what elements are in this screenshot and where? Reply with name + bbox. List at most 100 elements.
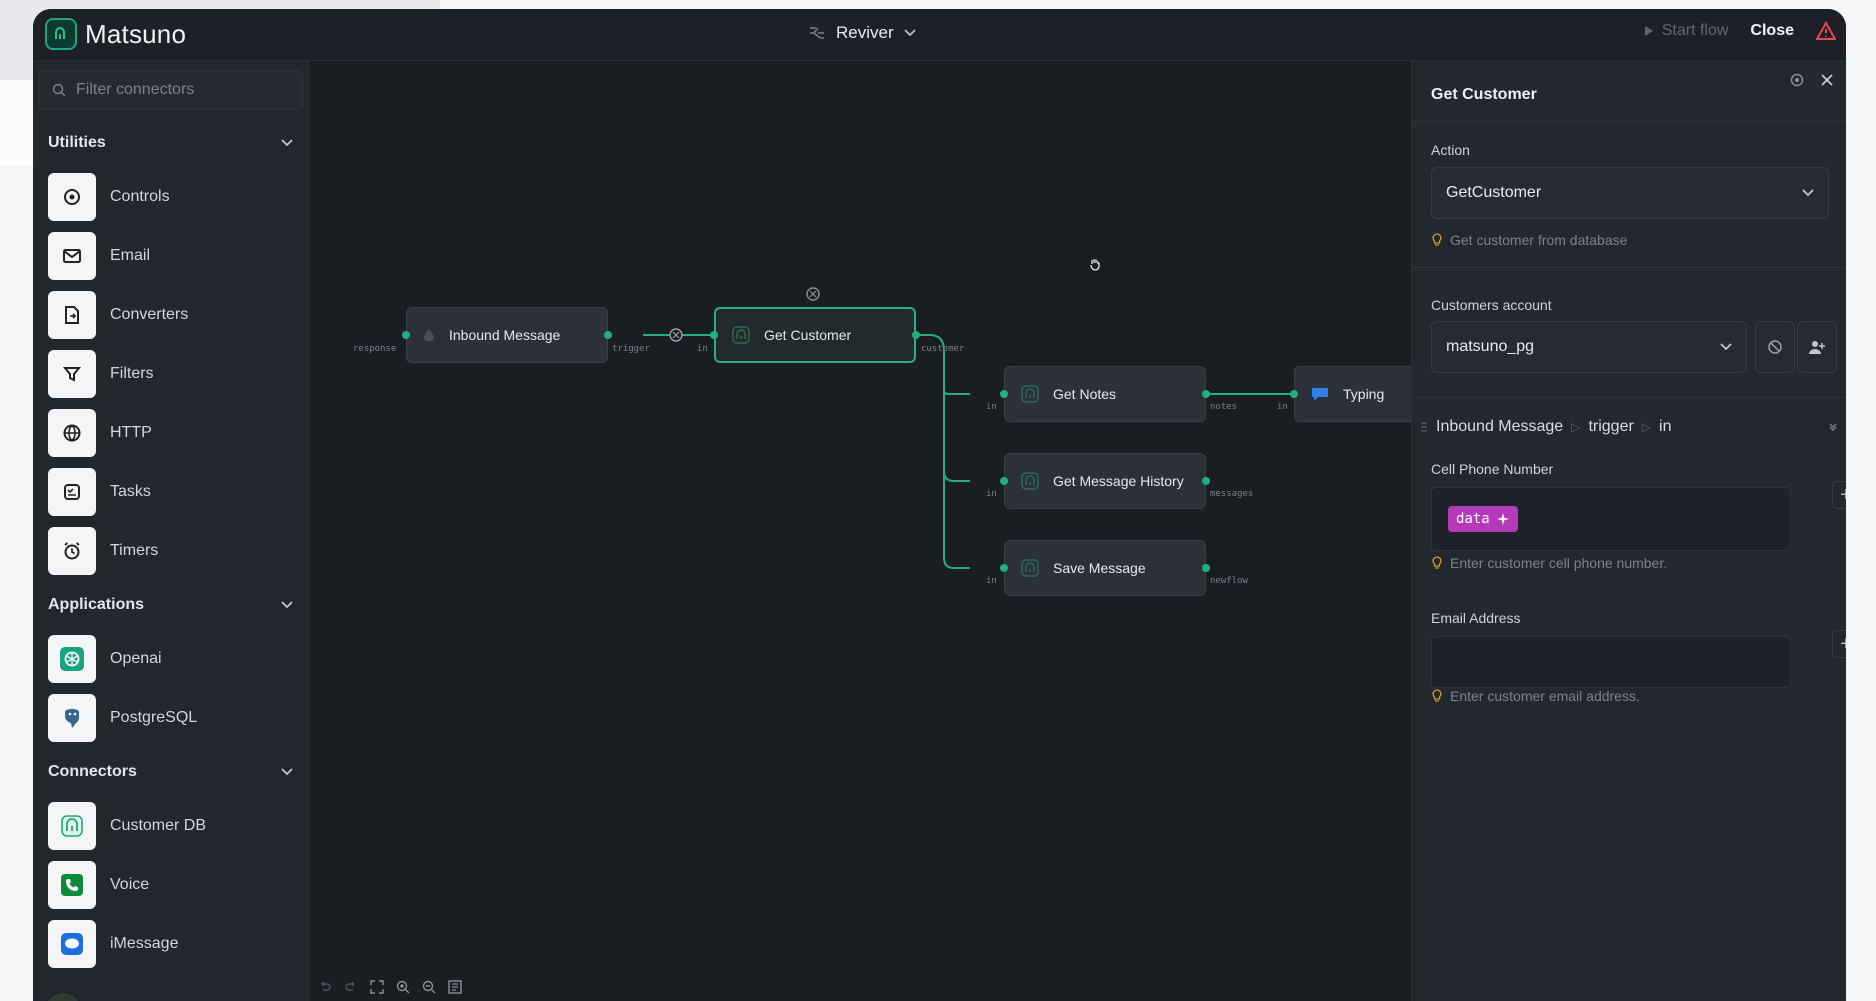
app-logo[interactable]: Matsuno xyxy=(45,18,186,50)
action-value: GetCustomer xyxy=(1446,184,1542,201)
port-dot[interactable] xyxy=(1202,564,1210,572)
node-get-customer[interactable]: Get Customer xyxy=(714,307,916,363)
divider xyxy=(1412,397,1846,398)
add-phone-source-button[interactable]: + xyxy=(1832,481,1846,509)
grip-icon xyxy=(1421,422,1427,432)
postgresql-icon xyxy=(48,694,96,742)
sidebar-item-voice[interactable]: Voice xyxy=(48,861,149,909)
warning-icon[interactable] xyxy=(1816,21,1836,41)
imessage-icon xyxy=(48,920,96,968)
chevron-down-icon xyxy=(1802,189,1814,197)
section-title: Applications xyxy=(48,596,145,613)
port-dot[interactable] xyxy=(1290,390,1298,398)
item-label: HTTP xyxy=(110,424,152,441)
search-placeholder: Filter connectors xyxy=(76,81,195,98)
port-dot[interactable] xyxy=(1202,390,1210,398)
cell-phone-input[interactable]: data xyxy=(1431,487,1791,551)
breadcrumb-item[interactable]: Inbound Message xyxy=(1436,418,1563,436)
add-user-icon xyxy=(1809,341,1825,354)
logo-icon xyxy=(45,18,77,50)
close-icon[interactable] xyxy=(1820,73,1834,87)
canvas-toolbar xyxy=(310,973,1411,1001)
sidebar-item-openai[interactable]: Openai xyxy=(48,635,162,683)
sidebar-item-customer-db[interactable]: Customer DB xyxy=(48,802,206,850)
email-address-input[interactable] xyxy=(1431,636,1791,688)
node-inbound-message[interactable]: Inbound Message xyxy=(406,307,608,363)
sidebar-item-email[interactable]: Email xyxy=(48,232,150,280)
zoom-in-icon[interactable] xyxy=(396,980,410,994)
sparkle-icon xyxy=(1496,513,1509,525)
start-flow-button[interactable]: Start flow xyxy=(1644,22,1729,40)
chevron-down-icon xyxy=(281,768,293,776)
node-get-notes[interactable]: Get Notes xyxy=(1004,366,1206,422)
section-connectors-header[interactable]: Connectors xyxy=(48,763,293,781)
edit-fab-button[interactable] xyxy=(43,991,83,1001)
node-label: Get Customer xyxy=(764,327,852,343)
start-flow-label: Start flow xyxy=(1661,22,1729,39)
port-label: in xyxy=(986,576,997,586)
node-label: Save Message xyxy=(1053,560,1146,576)
node-label: Get Notes xyxy=(1053,386,1117,402)
flow-selector[interactable]: Reviver xyxy=(808,23,916,43)
sidebar-item-controls[interactable]: Controls xyxy=(48,173,170,221)
port-label: messages xyxy=(1210,489,1254,499)
alarm-clock-icon xyxy=(48,527,96,575)
ban-icon xyxy=(1768,340,1782,354)
clear-account-button[interactable] xyxy=(1755,321,1795,373)
sidebar-item-postgresql[interactable]: PostgreSQL xyxy=(48,694,197,742)
port-dot[interactable] xyxy=(1202,477,1210,485)
sidebar-item-filters[interactable]: Filters xyxy=(48,350,154,398)
breadcrumb-item[interactable]: in xyxy=(1659,418,1671,436)
globe-icon xyxy=(48,409,96,457)
section-applications-header[interactable]: Applications xyxy=(48,596,293,614)
fit-view-icon[interactable] xyxy=(370,980,384,994)
sidebar-item-converters[interactable]: Converters xyxy=(48,291,188,339)
node-get-message-history[interactable]: Get Message History xyxy=(1004,453,1206,509)
search-icon xyxy=(52,83,66,97)
item-label: Tasks xyxy=(110,483,151,500)
port-dot[interactable] xyxy=(1000,390,1008,398)
minimap-icon[interactable] xyxy=(448,980,462,994)
node-save-message[interactable]: Save Message xyxy=(1004,540,1206,596)
add-email-source-button[interactable]: + xyxy=(1832,630,1846,658)
undo-icon[interactable] xyxy=(318,980,332,994)
add-account-button[interactable] xyxy=(1797,321,1837,373)
action-select[interactable]: GetCustomer xyxy=(1431,167,1829,219)
drop-icon xyxy=(424,329,434,342)
port-dot[interactable] xyxy=(604,331,612,339)
collapse-icon[interactable] xyxy=(1828,422,1838,432)
zoom-out-icon[interactable] xyxy=(422,980,436,994)
openai-icon xyxy=(48,635,96,683)
filter-connectors-input[interactable]: Filter connectors xyxy=(39,70,303,110)
port-dot[interactable] xyxy=(912,331,920,339)
item-label: Timers xyxy=(110,542,159,559)
data-chip[interactable]: data xyxy=(1448,506,1518,532)
controls-icon xyxy=(48,173,96,221)
sidebar-item-http[interactable]: HTTP xyxy=(48,409,152,457)
flow-canvas[interactable]: Inbound Message Get Customer Get Notes G… xyxy=(310,61,1444,1001)
port-label: response xyxy=(353,344,397,354)
port-label: in xyxy=(1277,402,1288,412)
port-dot[interactable] xyxy=(1000,477,1008,485)
lightbulb-icon xyxy=(1432,556,1442,569)
sidebar-item-imessage[interactable]: iMessage xyxy=(48,920,178,968)
customer-db-icon xyxy=(1021,472,1039,490)
lightbulb-icon xyxy=(1432,689,1442,702)
section-utilities-header[interactable]: Utilities xyxy=(48,134,293,152)
filter-icon xyxy=(48,350,96,398)
port-dot[interactable] xyxy=(710,331,718,339)
sidebar-item-timers[interactable]: Timers xyxy=(48,527,158,575)
breadcrumb-separator-icon: ▷ xyxy=(1641,420,1652,434)
customers-account-select[interactable]: matsuno_pg xyxy=(1431,321,1747,373)
port-dot[interactable] xyxy=(402,331,410,339)
sidebar-item-tasks[interactable]: Tasks xyxy=(48,468,151,516)
port-dot[interactable] xyxy=(1000,564,1008,572)
item-label: Filters xyxy=(110,365,154,382)
lightbulb-icon xyxy=(1432,233,1442,246)
email-label: Email Address xyxy=(1431,610,1521,626)
settings-icon[interactable] xyxy=(1790,73,1804,87)
close-button[interactable]: Close xyxy=(1750,22,1794,40)
redo-icon[interactable] xyxy=(344,980,358,994)
breadcrumb-item[interactable]: trigger xyxy=(1588,418,1633,436)
item-label: Converters xyxy=(110,306,189,323)
